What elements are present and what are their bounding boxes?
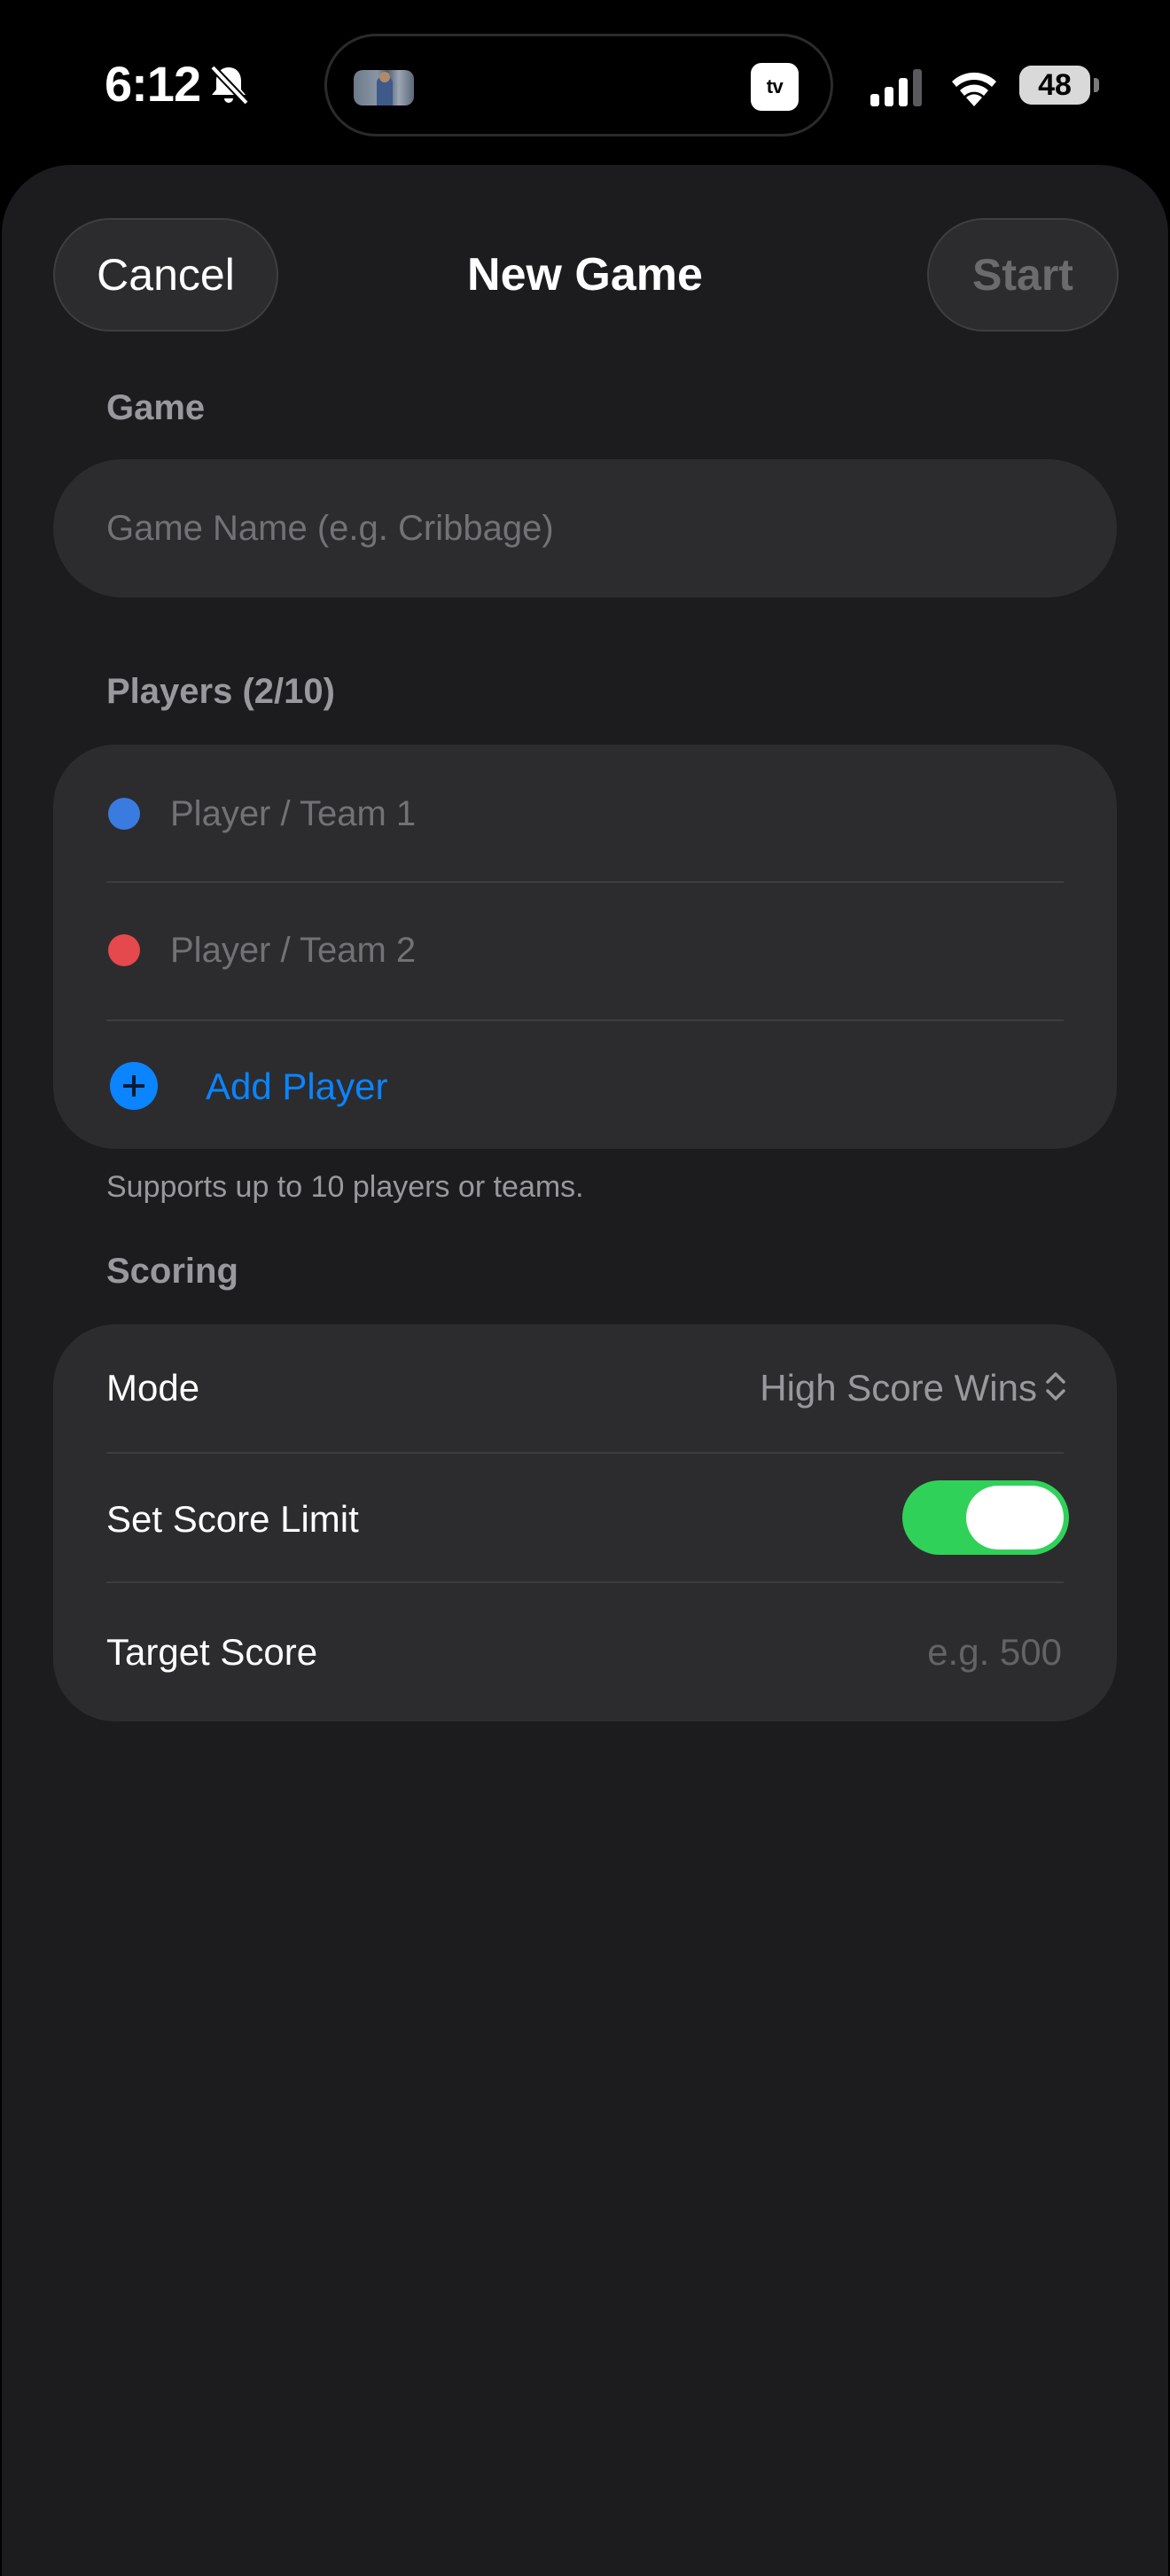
player-row-1[interactable]: Player / Team 1	[53, 745, 1117, 881]
status-bar: 6:12 tv 48	[0, 0, 1170, 160]
players-footnote: Supports up to 10 players or teams.	[106, 1170, 584, 1204]
plus-circle-icon	[110, 1062, 158, 1110]
score-limit-row: Set Score Limit	[53, 1454, 1117, 1581]
players-list: Player / Team 1 Player / Team 2 Add Play…	[53, 745, 1117, 1149]
player-row-2[interactable]: Player / Team 2	[53, 883, 1117, 1019]
mode-label: Mode	[106, 1367, 200, 1409]
apple-tv-icon: tv	[751, 63, 799, 111]
scoring-section-header: Scoring	[106, 1252, 238, 1291]
target-score-label: Target Score	[106, 1631, 318, 1673]
mode-row[interactable]: Mode High Score Wins	[53, 1324, 1117, 1452]
cellular-signal-icon	[870, 69, 922, 106]
battery-level: 48	[1038, 67, 1072, 102]
chevron-up-down-icon	[1046, 1372, 1065, 1401]
battery-nub	[1094, 78, 1099, 92]
players-section-header: Players (2/10)	[106, 672, 335, 711]
player-color-dot	[108, 934, 140, 966]
target-score-row: Target Score e.g. 500	[53, 1583, 1117, 1721]
game-name-input[interactable]: Game Name (e.g. Cribbage)	[53, 459, 1117, 597]
game-section-header: Game	[106, 388, 206, 427]
target-score-input[interactable]: e.g. 500	[927, 1631, 1062, 1674]
add-player-button[interactable]: Add Player	[53, 1021, 1117, 1149]
tv-badge-label: tv	[766, 75, 784, 98]
live-activity-thumbnail	[354, 70, 414, 105]
game-name-placeholder: Game Name (e.g. Cribbage)	[106, 508, 554, 548]
mode-picker[interactable]: High Score Wins	[760, 1367, 1037, 1409]
wifi-icon	[952, 72, 996, 106]
toggle-knob	[966, 1486, 1064, 1550]
score-limit-label: Set Score Limit	[106, 1498, 359, 1540]
player-name-input[interactable]: Player / Team 1	[170, 794, 416, 834]
add-player-label[interactable]: Add Player	[206, 1066, 387, 1108]
player-color-dot	[108, 798, 140, 830]
new-game-sheet: Cancel New Game Start Game Game Name (e.…	[2, 165, 1168, 2576]
dynamic-island[interactable]: tv	[324, 34, 833, 137]
bell-slash-icon	[210, 65, 249, 105]
player-name-input[interactable]: Player / Team 2	[170, 931, 416, 971]
scoring-settings: Mode High Score Wins Set Score Limit Tar…	[53, 1324, 1117, 1721]
battery-icon: 48	[1019, 66, 1090, 105]
status-time: 6:12	[105, 56, 201, 112]
score-limit-toggle[interactable]	[902, 1480, 1069, 1555]
start-button[interactable]: Start	[927, 218, 1119, 332]
